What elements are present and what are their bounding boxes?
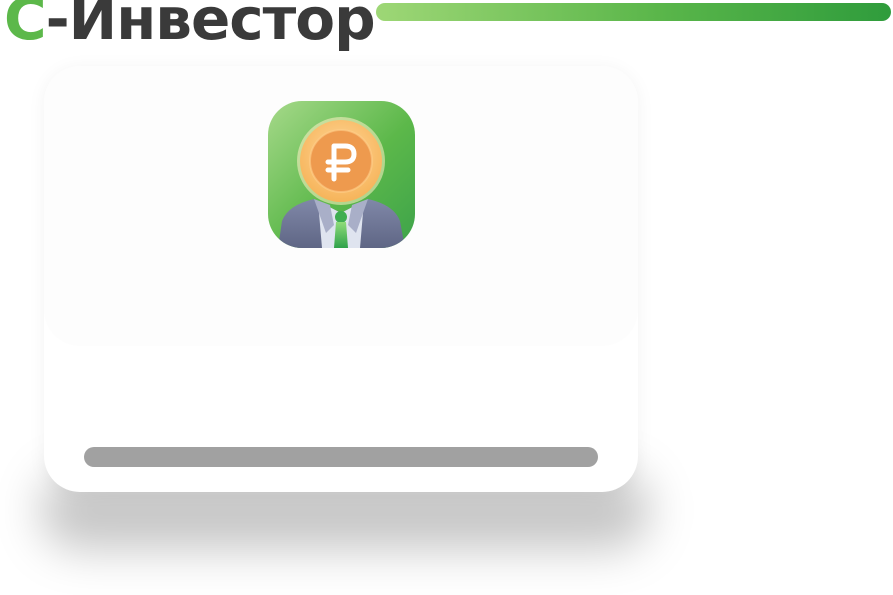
investor-app-icon xyxy=(268,101,415,248)
app-title: С-Инвестор xyxy=(4,0,376,48)
header-accent-bar xyxy=(376,3,891,21)
app-title-accent: С xyxy=(4,0,47,53)
app-title-rest: -Инвестор xyxy=(45,0,376,53)
card-header-area xyxy=(44,66,638,346)
loading-card xyxy=(44,66,638,492)
loading-progress-bar xyxy=(84,447,598,467)
